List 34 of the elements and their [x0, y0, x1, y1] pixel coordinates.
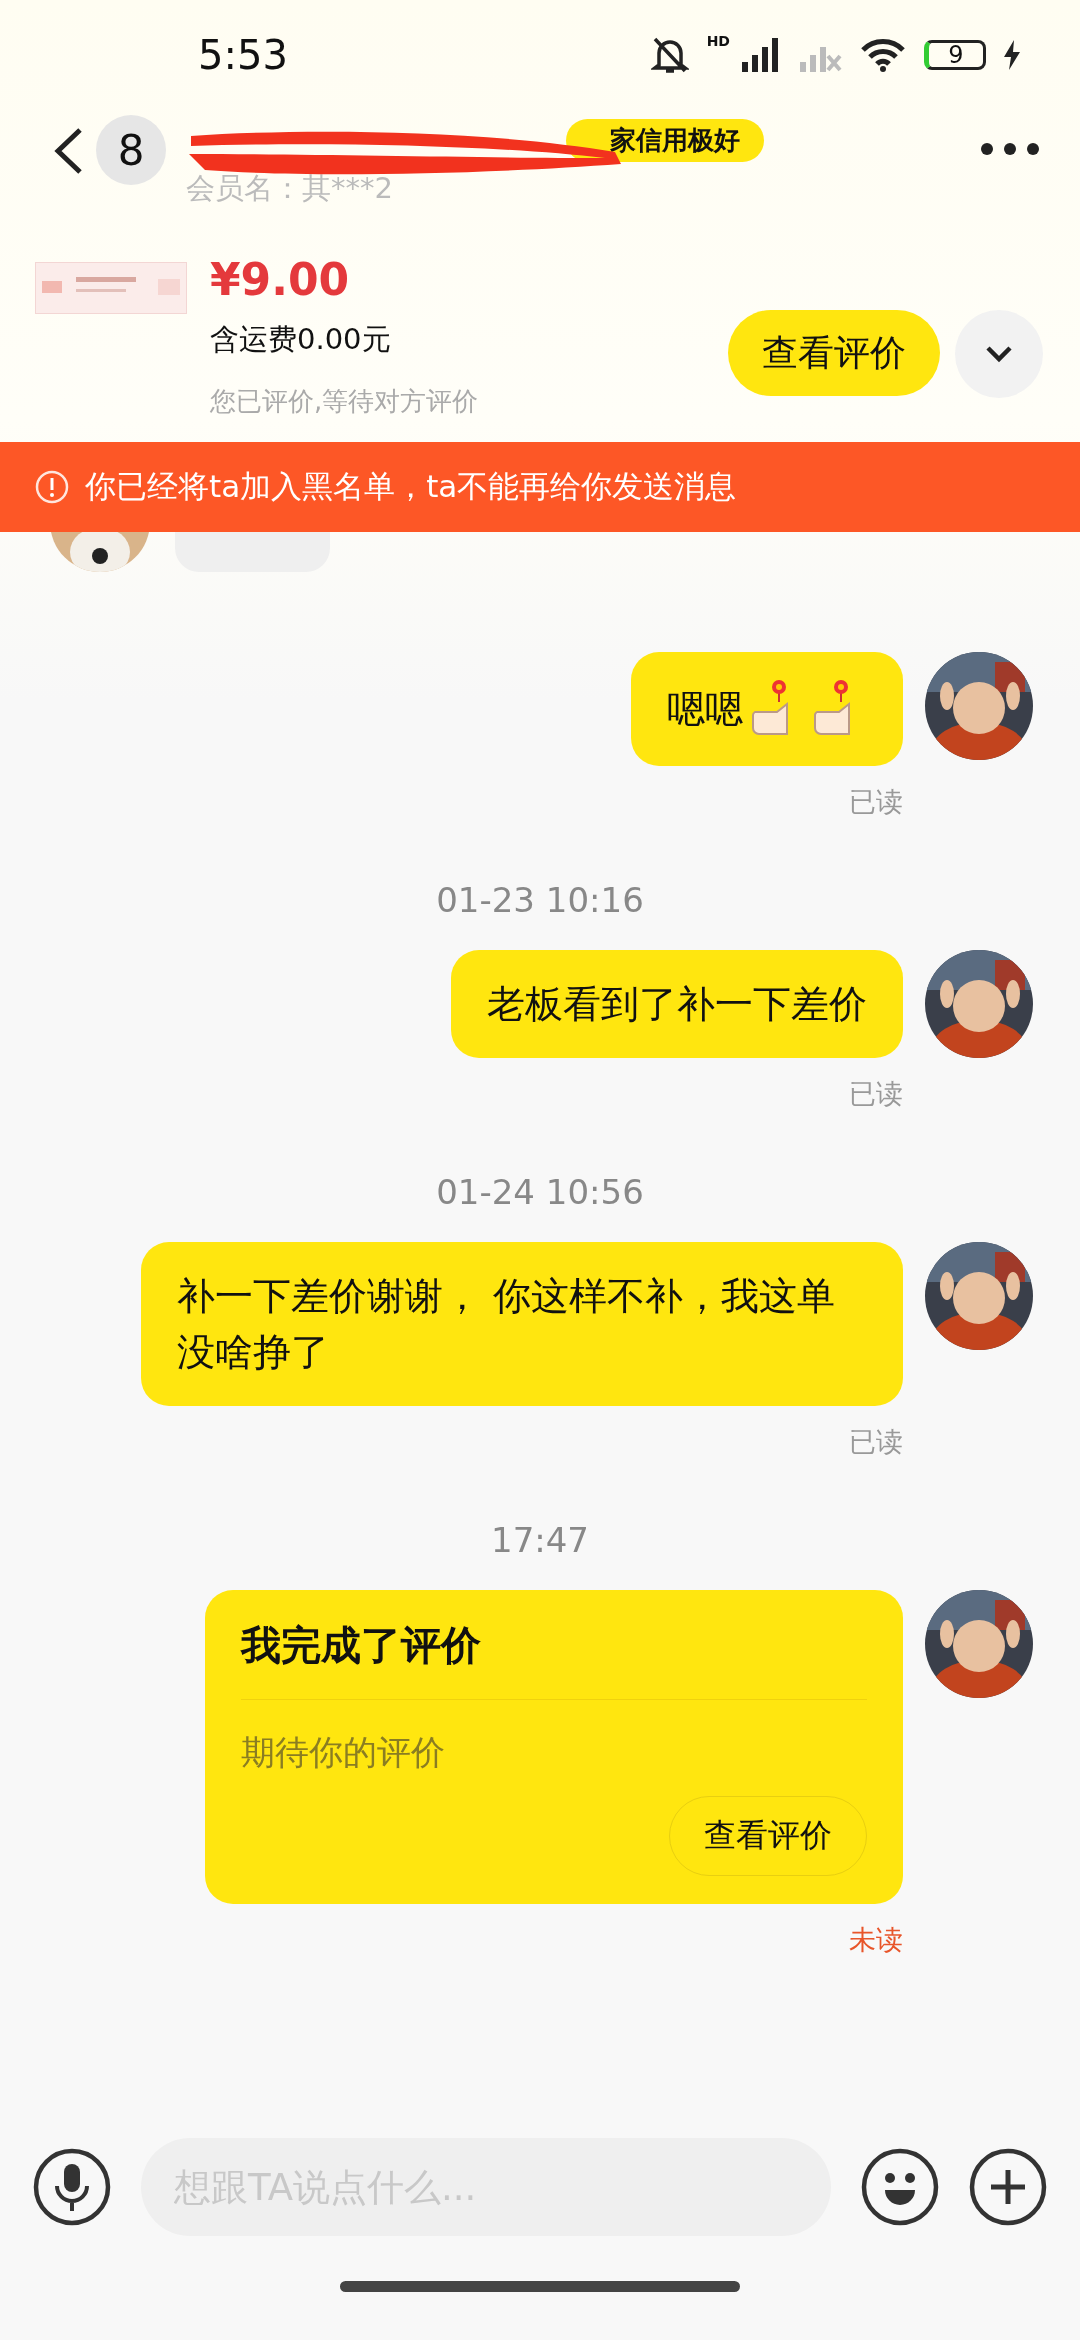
- home-indicator[interactable]: [340, 2280, 740, 2292]
- battery-icon: 9: [924, 40, 986, 70]
- product-thumbnail[interactable]: [35, 262, 187, 314]
- card-text: 期待你的评价: [241, 1731, 446, 1774]
- member-name: 会员名：其***2: [186, 170, 394, 207]
- read-receipt: 已读: [848, 1425, 904, 1459]
- message-time: 01-24 10:56: [435, 1172, 645, 1212]
- warning-icon: [35, 470, 69, 504]
- message-text: 老板看到了补一下差价: [487, 981, 867, 1028]
- read-receipt: 未读: [848, 1923, 904, 1957]
- microphone-icon[interactable]: [33, 2148, 111, 2226]
- emoji-icon[interactable]: [861, 2148, 939, 2226]
- clock-time: 5:53: [198, 32, 289, 78]
- charging-icon: [1004, 40, 1020, 70]
- message-text: 嗯嗯: [667, 686, 743, 733]
- network-type-label: HD: [706, 33, 730, 49]
- add-icon[interactable]: [969, 2148, 1047, 2226]
- chevron-down-icon: [984, 345, 1014, 363]
- credit-badge: 家信用极好: [566, 119, 764, 162]
- unread-count-badge: 8: [96, 115, 166, 185]
- more-icon[interactable]: [980, 142, 1040, 156]
- order-price: ¥9.00: [210, 253, 350, 307]
- view-review-button[interactable]: 查看评价: [728, 310, 940, 396]
- read-receipt: 已读: [848, 1077, 904, 1111]
- mute-bell-icon: [650, 35, 689, 75]
- review-status: 您已评价,等待对方评价: [210, 385, 479, 418]
- read-receipt: 已读: [848, 785, 904, 819]
- wifi-icon: [860, 38, 906, 72]
- blacklist-notice: 你已经将ta加入黑名单，ta不能再给你发送消息: [85, 467, 737, 506]
- card-title: 我完成了评价: [241, 1618, 867, 1700]
- message-time: 17:47: [490, 1520, 590, 1560]
- message-time: 01-23 10:16: [435, 880, 645, 920]
- message-text: 补一下差价谢谢， 你这样不补，我这单没啥挣了: [177, 1273, 837, 1376]
- shipping-fee: 含运费0.00元: [210, 321, 391, 358]
